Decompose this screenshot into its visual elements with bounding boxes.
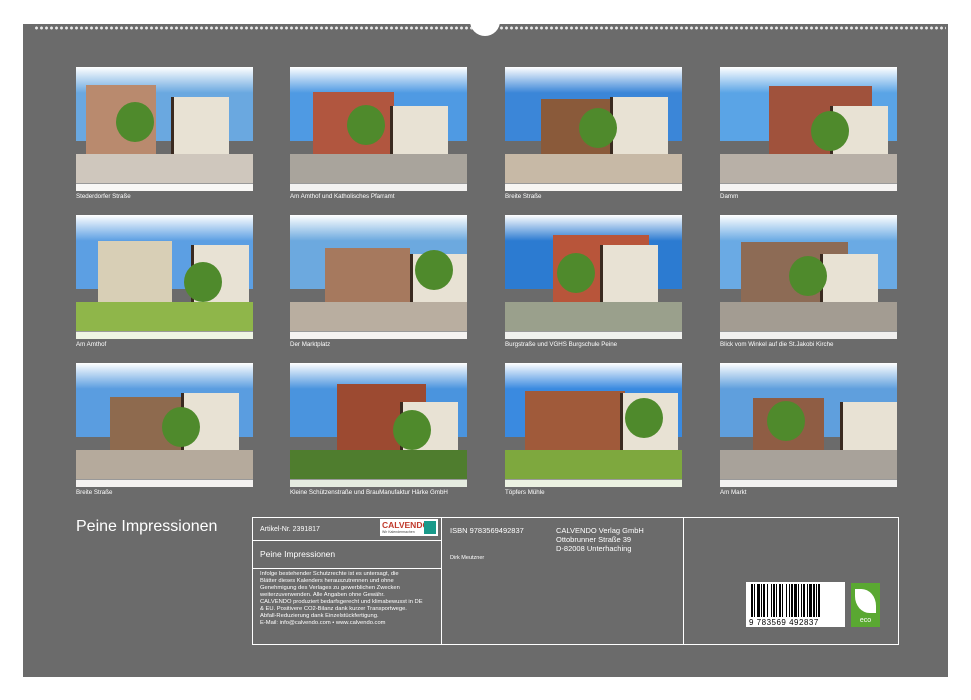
- author: Dirk Meutzner: [450, 555, 485, 561]
- product-title: Peine Impressionen: [260, 549, 336, 559]
- photo-caption: Stederdorfer Straße: [76, 193, 131, 200]
- divider: [253, 568, 441, 569]
- photo-thumbnail: [290, 67, 467, 191]
- legal-text: Infolge bestehender Schutzrechte ist es …: [260, 571, 423, 626]
- divider: [441, 518, 442, 644]
- photo-caption: Am Amthof und Katholisches Pfarramt: [290, 193, 395, 200]
- photo-caption: Am Markt: [720, 489, 747, 496]
- photo-thumbnail: [76, 363, 253, 487]
- photo-thumbnail: [76, 67, 253, 191]
- photo-thumbnail: [505, 215, 682, 339]
- photo-thumbnail: [720, 363, 897, 487]
- photo-thumbnail: [290, 215, 467, 339]
- publisher-name: CALVENDO Verlag GmbH: [556, 526, 644, 535]
- article-number: Artikel-Nr. 2391817: [260, 526, 320, 533]
- photo-caption: Burgstraße und VGHS Burgschule Peine: [505, 341, 618, 348]
- publisher-city: D-82008 Unterhaching: [556, 544, 632, 553]
- photo-thumbnail: [290, 363, 467, 487]
- photo-caption: Breite Straße: [76, 489, 113, 496]
- photo-caption: Damm: [720, 193, 739, 200]
- photo-caption: Kleine Schützenstraße und BrauManufaktur…: [290, 489, 448, 496]
- photo-thumbnail: [76, 215, 253, 339]
- divider: [683, 518, 684, 644]
- photo-caption: Breite Straße: [505, 193, 542, 200]
- photo-thumbnail: [720, 215, 897, 339]
- publisher-street: Ottobrunner Straße 39: [556, 535, 632, 544]
- photo-thumbnail: [505, 67, 682, 191]
- calvendo-logo: CALVENDO Wir Kalendermachen: [380, 519, 438, 536]
- eco-badge: eco: [851, 583, 880, 627]
- photo-caption: Der Marktplatz: [290, 341, 331, 348]
- photo-thumbnail: [720, 67, 897, 191]
- photo-caption: Am Amthof: [76, 341, 107, 348]
- divider: [253, 540, 441, 541]
- barcode: 9 783569 492837: [746, 582, 845, 627]
- photo-caption: Blick vom Winkel auf die St.Jakobi Kirch…: [720, 341, 834, 348]
- calendar-title: Peine Impressionen: [76, 518, 218, 535]
- leaf-icon: [855, 589, 876, 613]
- photo-thumbnail: [505, 363, 682, 487]
- isbn: ISBN 9783569492837: [450, 526, 524, 535]
- photo-caption: Töpfers Mühle: [505, 489, 545, 496]
